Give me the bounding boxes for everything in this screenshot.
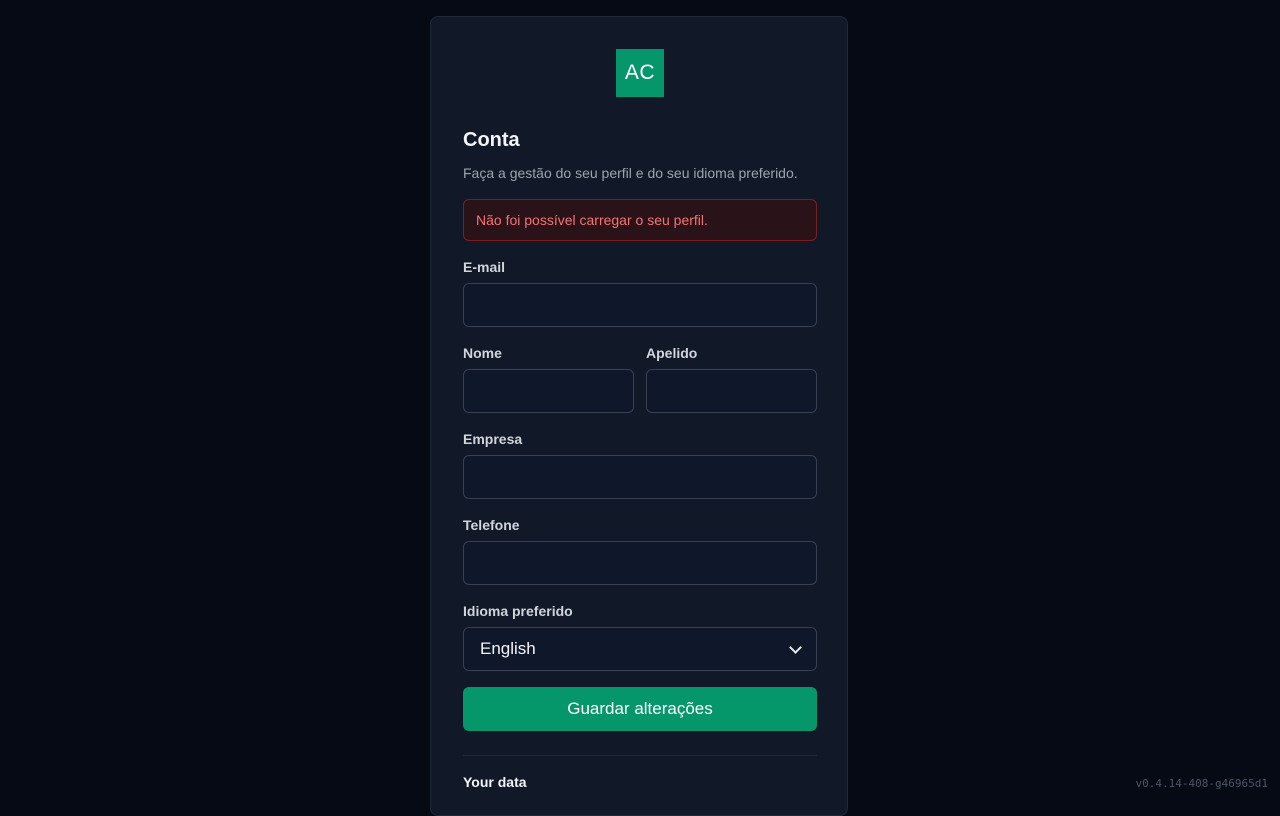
phone-label: Telefone [463,517,520,533]
email-field[interactable] [463,283,817,327]
first-name-label: Nome [463,345,502,361]
page-title: Conta [463,129,520,152]
section-divider [463,755,817,756]
error-alert: Não foi possível carregar o seu perfil. [463,199,817,241]
app-logo: AC [616,49,664,97]
version-label: v0.4.14-408-g46965d1 [1136,777,1268,790]
your-data-heading: Your data [463,774,527,790]
save-button[interactable]: Guardar alterações [463,687,817,731]
chevron-down-icon [789,641,802,654]
language-label: Idioma preferido [463,603,573,619]
first-name-field[interactable] [463,369,634,413]
last-name-field[interactable] [646,369,817,413]
language-selected-value: English [480,639,536,659]
language-select[interactable]: English [463,627,817,671]
phone-field[interactable] [463,541,817,585]
last-name-label: Apelido [646,345,697,361]
company-label: Empresa [463,431,522,447]
error-message: Não foi possível carregar o seu perfil. [476,212,708,228]
page-subtitle: Faça a gestão do seu perfil e do seu idi… [463,165,798,181]
account-card: AC Conta Faça a gestão do seu perfil e d… [430,16,848,816]
company-field[interactable] [463,455,817,499]
email-label: E-mail [463,259,505,275]
